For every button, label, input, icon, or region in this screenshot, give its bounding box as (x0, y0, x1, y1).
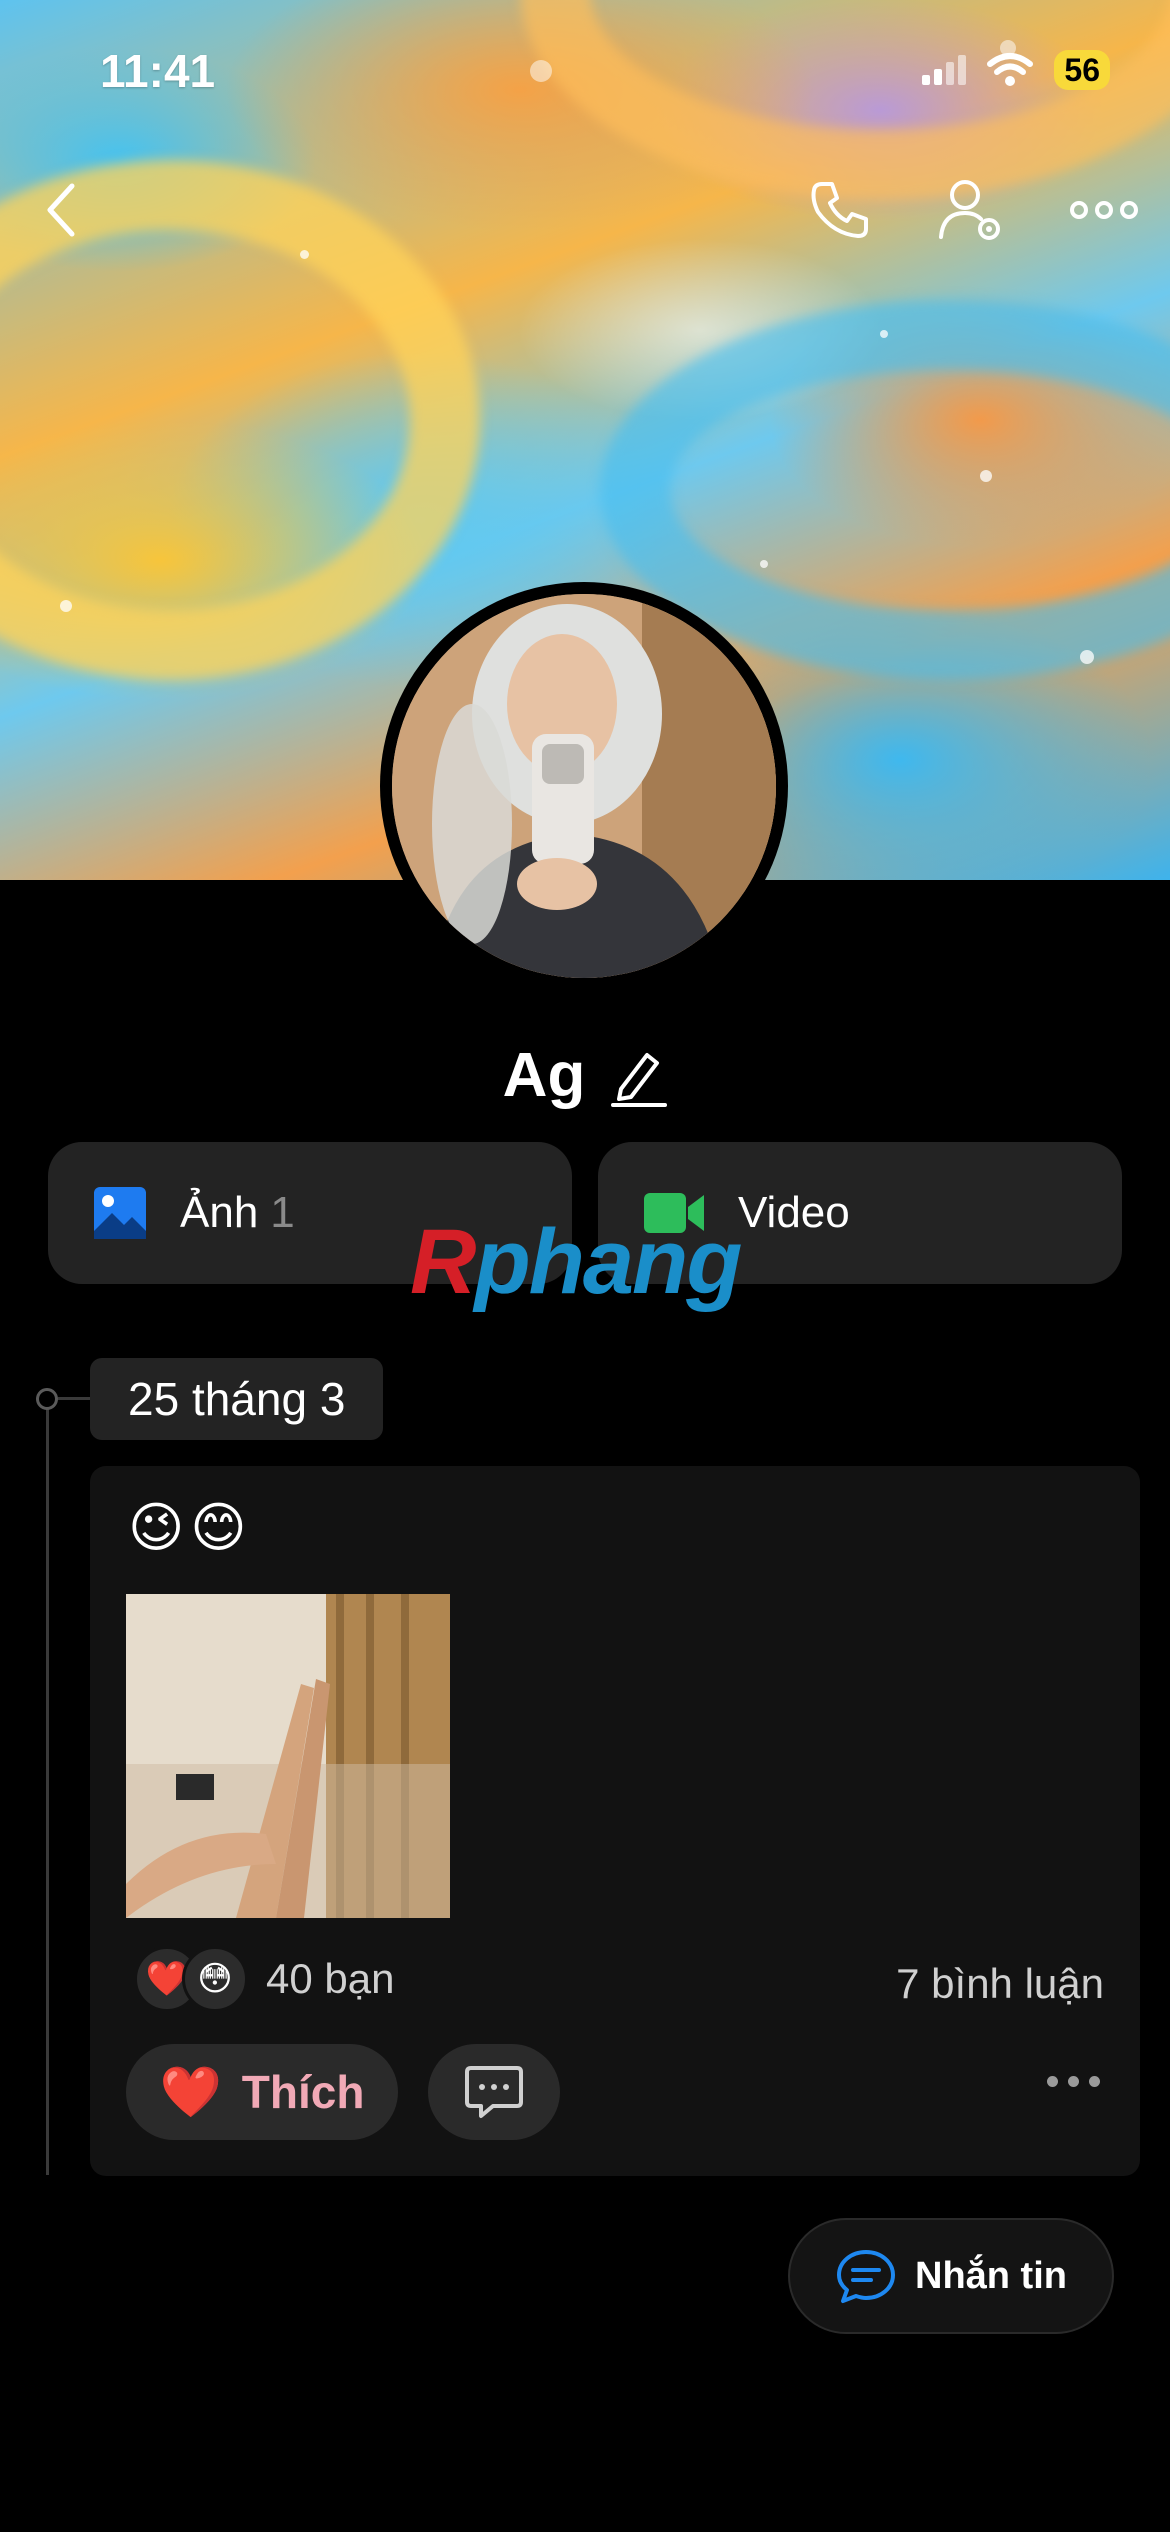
post-text: 😉😊 (128, 1498, 253, 1558)
post-photo[interactable] (126, 1594, 450, 1918)
watermark-first-letter: R (410, 1211, 476, 1313)
timeline-connector (58, 1397, 90, 1400)
send-message-label: Nhắn tin (915, 2254, 1067, 2297)
profile-name-row: Ag (0, 1040, 1170, 1111)
more-options-button[interactable] (1064, 170, 1144, 250)
post-card[interactable]: 😉😊 ❤️ 😳 40 bạn 7 bình luận ❤️ Thích (90, 1466, 1140, 2176)
avatar[interactable] (380, 582, 788, 990)
more-dot (1068, 2076, 1079, 2087)
heart-icon: ❤️ (159, 2063, 222, 2120)
comment-button[interactable] (428, 2044, 560, 2140)
user-settings-icon (939, 180, 1000, 240)
post-more-button[interactable] (1047, 2076, 1100, 2087)
more-horizontal-icon (1070, 201, 1138, 219)
send-message-button[interactable]: Nhắn tin (788, 2218, 1114, 2334)
more-dot (1089, 2076, 1100, 2087)
watermark-logo: Rphang (410, 1210, 742, 1315)
profile-settings-button[interactable] (932, 170, 1012, 250)
call-button[interactable] (800, 170, 880, 250)
pencil-icon[interactable] (611, 1045, 668, 1107)
reactions-count: 40 bạn (266, 1955, 395, 2002)
comment-icon (465, 2066, 523, 2118)
comments-count[interactable]: 7 bình luận (896, 1960, 1104, 2008)
wifi-icon (987, 53, 1034, 86)
like-button[interactable]: ❤️ Thích (126, 2044, 398, 2140)
status-time: 11:41 (100, 45, 216, 97)
more-dot (1047, 2076, 1058, 2087)
reaction-surprised-icon: 😳 (182, 1946, 248, 2012)
reactions-summary[interactable]: ❤️ 😳 40 bạn (134, 1946, 394, 2012)
watermark-rest: phang (474, 1211, 742, 1313)
signal-icon (922, 55, 967, 85)
date-label: 25 tháng 3 (90, 1358, 384, 1440)
timeline-line (46, 1400, 49, 2175)
photos-count: 1 (270, 1188, 295, 1237)
chat-bubble-icon (837, 2250, 895, 2303)
back-button[interactable] (22, 170, 102, 250)
avatar-photo (392, 594, 776, 978)
chevron-left-icon (47, 183, 75, 237)
like-label: Thích (241, 2066, 365, 2118)
profile-name: Ag (502, 1041, 586, 1110)
videos-label: Video (738, 1188, 850, 1237)
phone-icon (811, 182, 868, 238)
battery-indicator: 56 (1054, 50, 1110, 90)
status-icons: 56 (920, 50, 1110, 90)
image-icon (94, 1187, 146, 1239)
timeline-dot (36, 1388, 58, 1410)
photos-label: Ảnh (180, 1188, 259, 1237)
